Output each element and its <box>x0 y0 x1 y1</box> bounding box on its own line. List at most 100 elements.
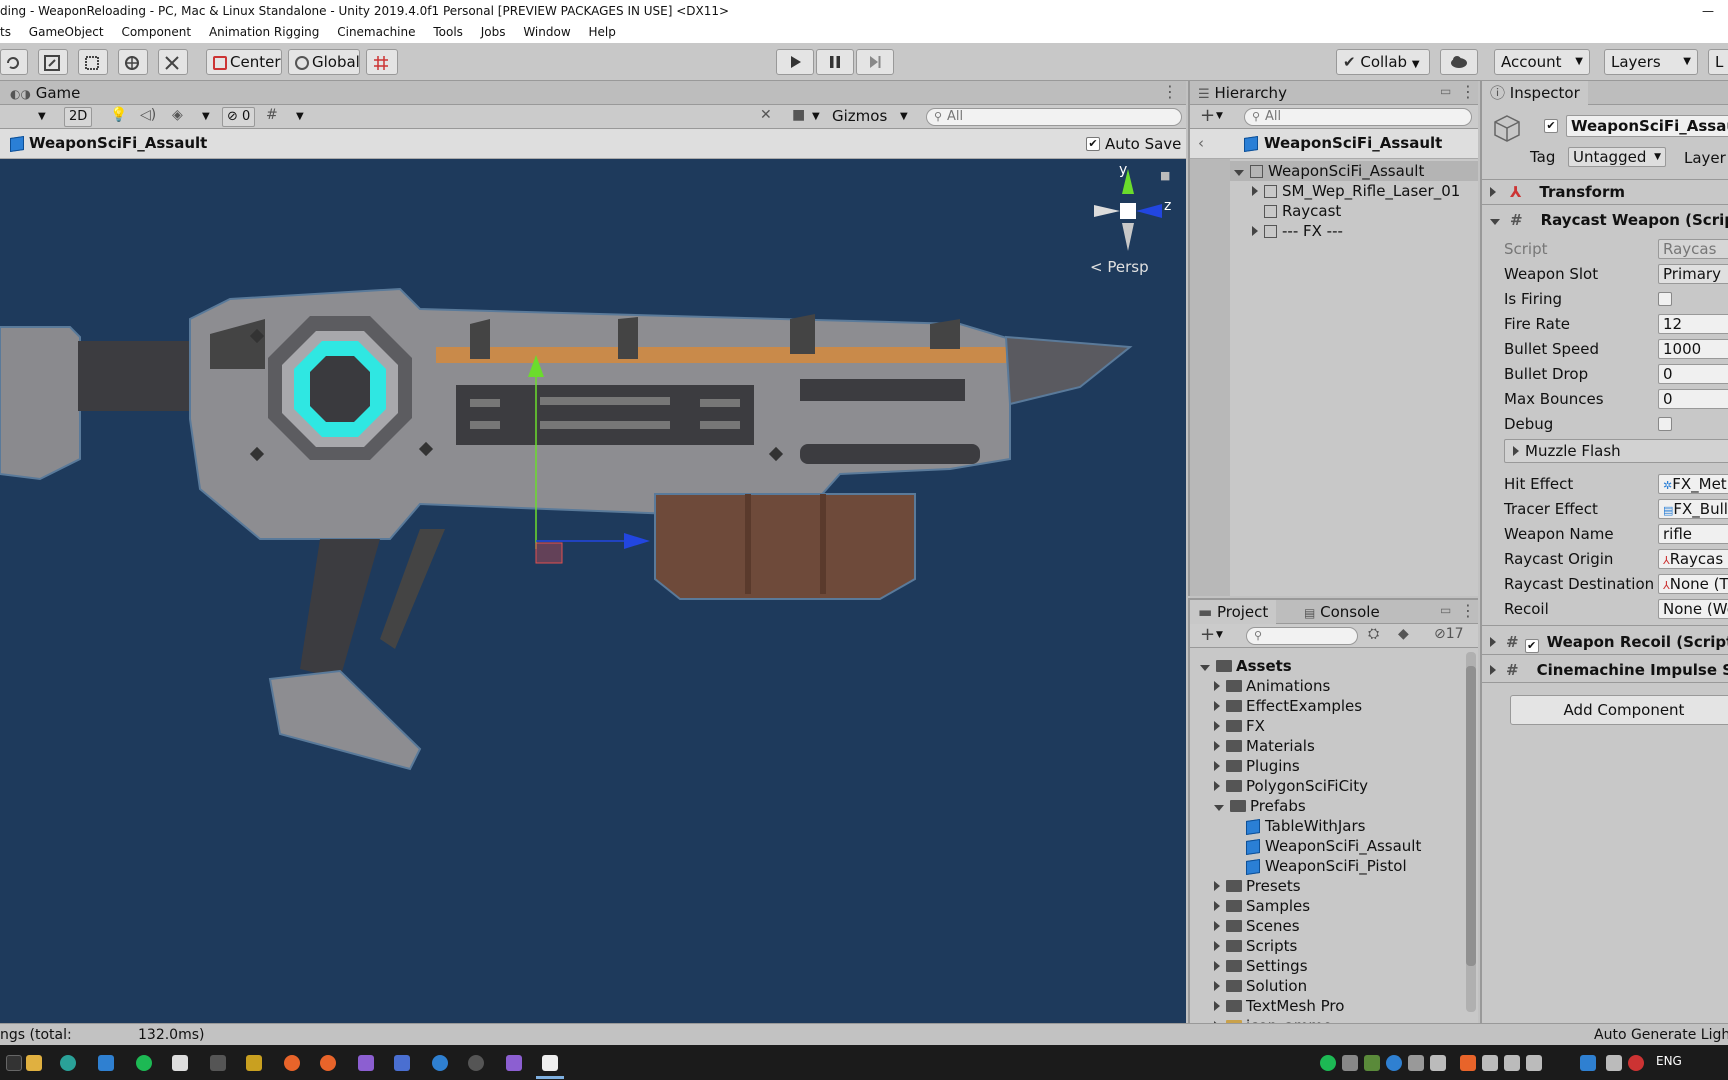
unity-editor-icon[interactable] <box>542 1055 558 1071</box>
auto-save-checkbox[interactable]: ✔ <box>1086 137 1100 151</box>
tag-dropdown[interactable]: Untagged ▼ <box>1568 147 1666 167</box>
menu-help[interactable]: Help <box>588 25 615 39</box>
tray-icon[interactable] <box>1342 1055 1358 1071</box>
prefab-weaponscifi-assault[interactable]: WeaponSciFi_Assault <box>1246 836 1421 856</box>
transform-tool-icon[interactable] <box>118 49 148 75</box>
hierarchy-item-rifle[interactable]: SM_Wep_Rifle_Laser_01 <box>1252 181 1460 201</box>
tab-project[interactable]: ▬ Project <box>1190 600 1277 624</box>
audio-icon[interactable]: ◁) <box>140 107 156 123</box>
field-raycast-destination-object[interactable]: ⅄None (T <box>1658 574 1728 594</box>
scrollbar-thumb[interactable] <box>1466 666 1476 966</box>
camera-icon[interactable]: ■ <box>792 107 805 123</box>
field-raycast-origin-object[interactable]: ⅄Raycas <box>1658 549 1728 569</box>
filter-type-icon[interactable]: ⛭ <box>1368 626 1379 642</box>
hidden-objects-toggle[interactable]: ⊘ 0 <box>222 107 256 127</box>
unity-hub-icon[interactable] <box>468 1055 484 1071</box>
git-icon[interactable] <box>284 1055 300 1071</box>
field-is-firing-checkbox[interactable] <box>1658 292 1672 306</box>
tray-icon[interactable] <box>1628 1055 1644 1071</box>
account-dropdown[interactable]: Account ▼ <box>1494 49 1590 75</box>
collab-button[interactable]: ✔ Collab ▼ <box>1336 49 1430 75</box>
folder-assets[interactable]: Assets <box>1200 656 1292 676</box>
snap-grid-icon[interactable] <box>366 49 398 75</box>
kebab-menu-icon[interactable]: ⋮ <box>1162 81 1178 103</box>
puzzle-icon[interactable] <box>246 1055 262 1071</box>
prefab-tablewithjars[interactable]: TableWithJars <box>1246 816 1365 836</box>
spotify-icon[interactable] <box>136 1055 152 1071</box>
folder-settings[interactable]: Settings <box>1214 956 1308 976</box>
folder-plugins[interactable]: Plugins <box>1214 756 1300 776</box>
component-enabled-checkbox[interactable]: ✔ <box>1524 639 1539 653</box>
component-weapon-recoil[interactable]: # ✔ Weapon Recoil (Script) <box>1490 632 1728 653</box>
active-checkbox[interactable]: ✔ <box>1544 119 1558 133</box>
spotify-tray-icon[interactable] <box>1320 1055 1336 1071</box>
layers-dropdown[interactable]: Layers ▼ <box>1604 49 1698 75</box>
2d-toggle[interactable]: 2D <box>64 107 93 127</box>
tray-icon[interactable] <box>1460 1055 1476 1071</box>
mic-icon[interactable] <box>1526 1055 1542 1071</box>
add-component-button[interactable]: Add Component <box>1510 695 1728 725</box>
menu-window[interactable]: Window <box>523 25 570 39</box>
step-button[interactable] <box>856 49 894 75</box>
chat-icon[interactable] <box>358 1055 374 1071</box>
play-button[interactable] <box>776 49 814 75</box>
bluetooth-icon[interactable] <box>1580 1055 1596 1071</box>
scene-viewport[interactable]: y z ■ < Persp <box>0 159 1186 1023</box>
file-explorer-icon[interactable] <box>26 1055 42 1071</box>
lock-icon[interactable]: ▭ <box>1440 603 1451 617</box>
global-space-button[interactable]: Global <box>288 49 360 75</box>
chevron-down-icon[interactable]: ▼ <box>296 111 304 122</box>
headphones-icon[interactable] <box>1504 1055 1520 1071</box>
chevron-down-icon[interactable]: ▼ <box>1216 111 1223 121</box>
visual-studio-icon[interactable] <box>506 1055 522 1071</box>
vscode-icon[interactable] <box>98 1055 114 1071</box>
lighting-icon[interactable]: 💡 <box>110 107 127 123</box>
field-fire-rate-input[interactable]: 12 <box>1658 314 1728 334</box>
component-cinemachine-impulse[interactable]: # Cinemachine Impulse S <box>1490 660 1728 680</box>
tray-icon[interactable] <box>1386 1055 1402 1071</box>
custom-tool-icon[interactable] <box>158 49 188 75</box>
folder-prefabs[interactable]: Prefabs <box>1214 796 1306 816</box>
field-weapon-slot-dropdown[interactable]: Primary <box>1658 264 1728 284</box>
folder-samples[interactable]: Samples <box>1214 896 1310 916</box>
menu-cinemachine[interactable]: Cinemachine <box>337 25 415 39</box>
folder-presets[interactable]: Presets <box>1214 876 1301 896</box>
layout-dropdown[interactable]: L <box>1708 49 1728 75</box>
project-search-input[interactable] <box>1246 627 1358 645</box>
minimize-button[interactable]: — <box>1702 0 1714 22</box>
field-bullet-speed-input[interactable]: 1000 <box>1658 339 1728 359</box>
app-icon[interactable] <box>60 1055 76 1071</box>
back-icon[interactable]: ‹ <box>1198 134 1204 152</box>
menu-animation-rigging[interactable]: Animation Rigging <box>209 25 319 39</box>
effects-icon[interactable]: ◈ <box>172 107 183 123</box>
search-icon[interactable] <box>6 1055 22 1071</box>
maps-icon[interactable] <box>432 1055 448 1071</box>
terminal-icon[interactable] <box>210 1055 226 1071</box>
tray-icon[interactable] <box>1482 1055 1498 1071</box>
rect-tool-icon[interactable] <box>78 49 108 75</box>
folder-scenes[interactable]: Scenes <box>1214 916 1300 936</box>
field-tracer-effect-object[interactable]: ▤FX_Bull <box>1658 499 1728 519</box>
hierarchy-item-fx[interactable]: --- FX --- <box>1252 221 1343 241</box>
menu-jobs[interactable]: Jobs <box>481 25 506 39</box>
folder-effectexamples[interactable]: EffectExamples <box>1214 696 1362 716</box>
folder-fx[interactable]: FX <box>1214 716 1265 736</box>
pause-button[interactable] <box>816 49 854 75</box>
cloud-icon[interactable] <box>1440 49 1478 75</box>
label-icon[interactable]: ◆ <box>1398 626 1409 642</box>
folder-animations[interactable]: Animations <box>1214 676 1330 696</box>
chevron-down-icon[interactable]: ▼ <box>202 111 210 122</box>
rotate-tool-icon[interactable] <box>0 49 28 75</box>
firefox-icon[interactable] <box>320 1055 336 1071</box>
hierarchy-item-raycast[interactable]: Raycast <box>1264 201 1341 221</box>
menu-tools[interactable]: Tools <box>433 25 463 39</box>
scale-tool-icon[interactable] <box>38 49 68 75</box>
tab-game[interactable]: ◐◑ Game <box>10 82 80 104</box>
chevron-down-icon[interactable]: ▼ <box>1216 630 1223 640</box>
folder-materials[interactable]: Materials <box>1214 736 1315 756</box>
scene-search-input[interactable]: All <box>926 108 1182 126</box>
pivot-center-button[interactable]: Center <box>206 49 282 75</box>
notes-icon[interactable] <box>172 1055 188 1071</box>
folder-solution[interactable]: Solution <box>1214 976 1307 996</box>
field-debug-checkbox[interactable] <box>1658 417 1672 431</box>
